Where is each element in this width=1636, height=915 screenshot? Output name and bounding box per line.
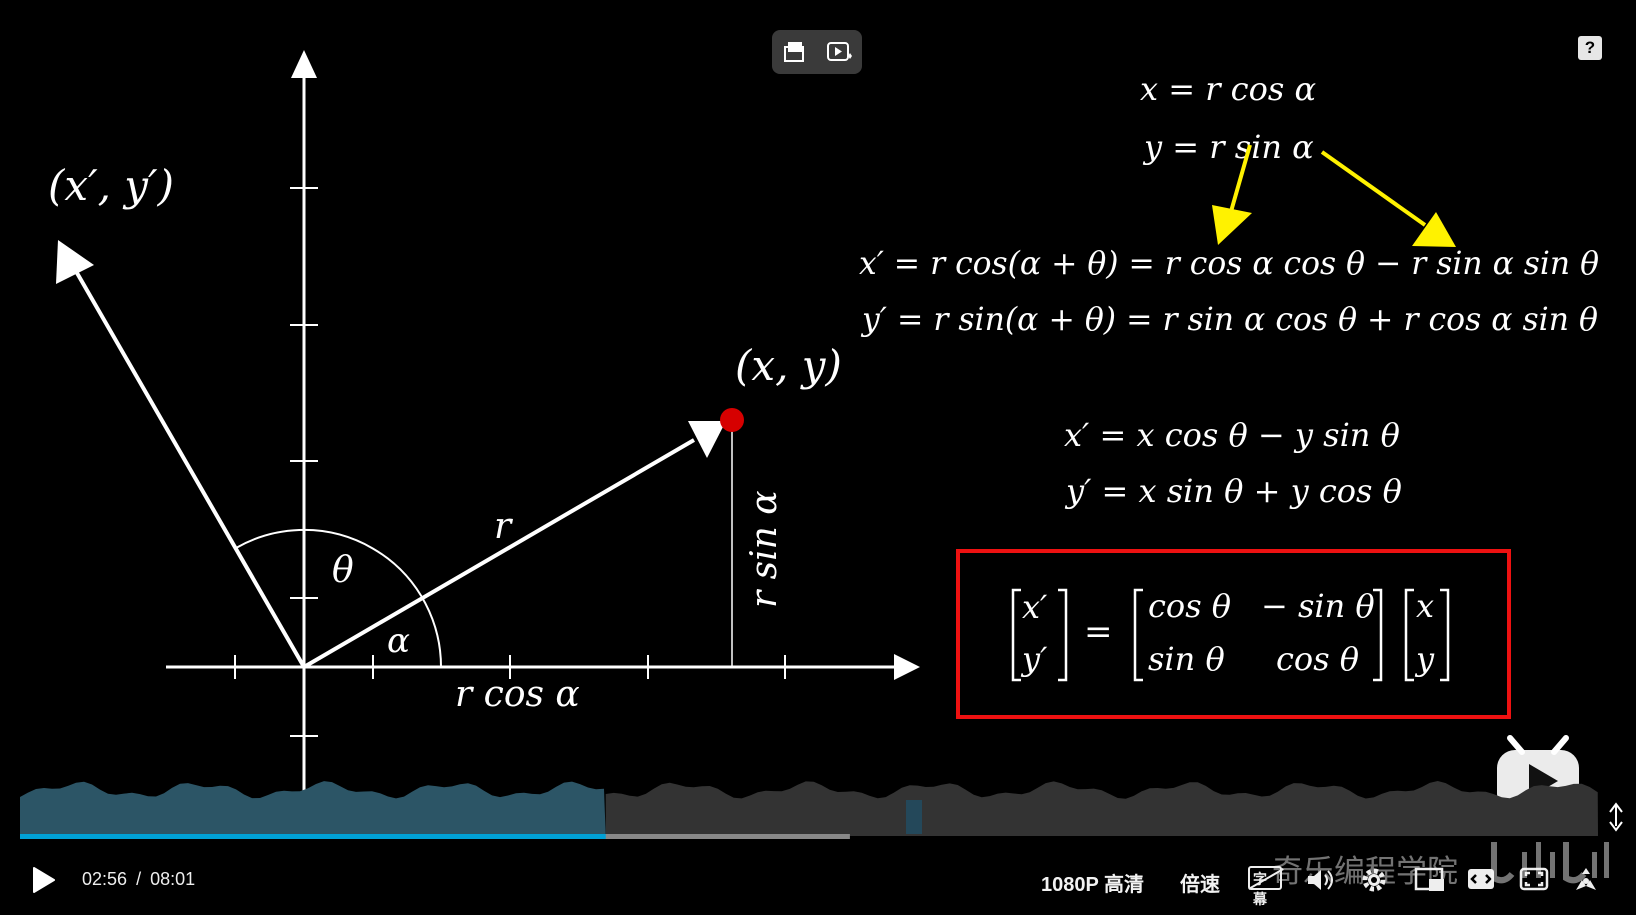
- time-separator: /: [136, 869, 142, 889]
- bilibili-logo: [1486, 838, 1612, 892]
- total-time: 08:01: [150, 869, 196, 889]
- equation-x: x = r cos α: [1140, 70, 1316, 108]
- r-label: r: [494, 506, 513, 547]
- speed-selector[interactable]: 倍速: [1180, 868, 1220, 897]
- y-axis-arrowhead: [291, 50, 317, 78]
- waveform-marker: [906, 800, 922, 834]
- equation-y-prime: y′ = x sin θ + y cos θ: [1064, 472, 1402, 510]
- play-button[interactable]: [32, 866, 56, 898]
- screen-cast-icon[interactable]: [780, 37, 810, 67]
- time-display: 02:56 / 08:01: [82, 869, 195, 890]
- equation-x-prime-expanded: x′ = r cos(α + θ) = r cos α cos θ − r si…: [859, 244, 1599, 282]
- rotated-vector-arrowhead: [56, 240, 94, 284]
- volume-icon[interactable]: [1306, 867, 1336, 897]
- equation-x-prime: x′ = x cos θ − y sin θ: [1064, 416, 1400, 454]
- alpha-label: α: [387, 621, 410, 661]
- current-time: 02:56: [82, 869, 128, 889]
- rcos-label: r cos α: [455, 674, 580, 715]
- matrix-rhs-top: x: [1416, 587, 1434, 625]
- video-frame[interactable]: (x, y) (x′, y′) r θ α r cos α r sin α x …: [0, 0, 1636, 840]
- help-icon[interactable]: ?: [1578, 36, 1602, 60]
- matrix-highlight-box: [956, 549, 1511, 719]
- theta-label: θ: [332, 550, 354, 591]
- rsin-label: r sin α: [744, 490, 785, 608]
- top-overlay-buttons: [772, 30, 862, 74]
- rotated-point-label: (x′, y′): [48, 161, 174, 210]
- subtitle-label: 字幕: [1253, 872, 1267, 908]
- matrix-rot-b: − sin θ: [1261, 587, 1375, 625]
- progress-bar-played[interactable]: [20, 834, 606, 839]
- point-label: (x, y): [735, 341, 842, 390]
- subtitle-icon[interactable]: 字幕: [1248, 866, 1284, 908]
- quality-selector[interactable]: 1080P 高清: [1041, 868, 1144, 897]
- matrix-equals: =: [1084, 612, 1113, 652]
- point-xy: [720, 408, 744, 432]
- waveform-played: [20, 781, 606, 836]
- video-player[interactable]: (x, y) (x′, y′) r θ α r cos α r sin α x …: [0, 0, 1636, 915]
- x-axis-arrowhead: [894, 654, 920, 680]
- equation-y: y = r sin α: [1142, 128, 1314, 166]
- matrix-rot-c: sin θ: [1148, 640, 1225, 678]
- waveform-toggle-icon[interactable]: [1609, 802, 1623, 832]
- vector-r: [302, 438, 696, 669]
- yellow-arrow-right-head: [1412, 212, 1456, 247]
- picture-in-picture-icon[interactable]: [1414, 867, 1446, 897]
- waveform-remaining: [605, 781, 1598, 836]
- settings-gear-icon[interactable]: [1360, 866, 1388, 898]
- matrix-rot-a: cos θ: [1148, 587, 1231, 625]
- matrix-lhs-top: x′: [1022, 588, 1048, 626]
- yellow-arrow-right: [1320, 150, 1427, 227]
- yellow-arrow-left-head: [1212, 205, 1252, 245]
- matrix-rhs-bottom: y: [1414, 640, 1435, 678]
- matrix-rot-d: cos θ: [1276, 640, 1359, 678]
- ai-video-icon[interactable]: [825, 37, 855, 67]
- equation-y-prime-expanded: y′ = r sin(α + θ) = r sin α cos θ + r co…: [860, 300, 1598, 338]
- matrix-lhs-bottom: y′: [1020, 640, 1048, 678]
- rotated-vector: [71, 265, 306, 668]
